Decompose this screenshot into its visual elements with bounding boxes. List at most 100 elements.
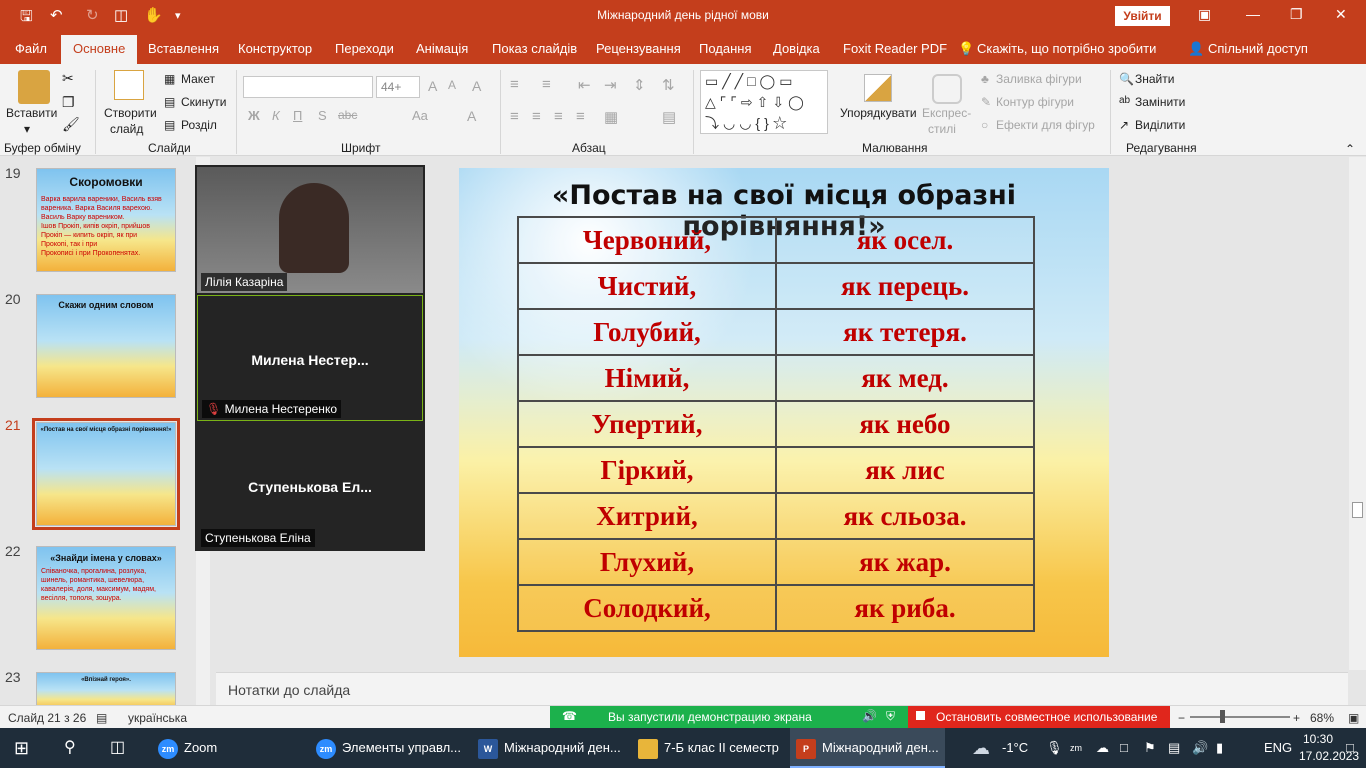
notifications-icon[interactable]: □ bbox=[1346, 728, 1354, 768]
new-slide-button[interactable]: Створити bbox=[104, 106, 157, 120]
search-icon[interactable]: ⚲ bbox=[64, 728, 76, 768]
comparison-cell[interactable]: як небо bbox=[775, 400, 1035, 448]
zoom-tray-icon[interactable]: zm bbox=[1070, 728, 1082, 768]
comparison-cell[interactable]: як лис bbox=[775, 446, 1035, 494]
adjective-cell[interactable]: Солодкий, bbox=[517, 584, 777, 632]
quick-styles-icon[interactable] bbox=[932, 74, 962, 104]
participant-video[interactable]: Ступенькова Ел... Ступенькова Еліна bbox=[197, 423, 423, 549]
adjective-cell[interactable]: Голубий, bbox=[517, 308, 777, 356]
bold-button[interactable]: Ж bbox=[248, 108, 260, 123]
tab-transitions[interactable]: Переходи bbox=[335, 41, 394, 56]
language-indicator[interactable]: українська bbox=[128, 711, 187, 725]
battery-icon[interactable]: ▮ bbox=[1216, 728, 1223, 768]
zoom-slider-thumb[interactable] bbox=[1220, 710, 1225, 723]
comparison-cell[interactable]: як осел. bbox=[775, 216, 1035, 264]
slide-thumbnail-21[interactable]: «Постав на свої місця образні порівняння… bbox=[32, 418, 180, 530]
find-button[interactable]: Знайти bbox=[1135, 72, 1174, 86]
italic-button[interactable]: К bbox=[272, 108, 280, 123]
adjective-cell[interactable]: Гіркий, bbox=[517, 446, 777, 494]
adjective-cell[interactable]: Упертий, bbox=[517, 400, 777, 448]
tab-view[interactable]: Подання bbox=[699, 41, 752, 56]
increase-indent-icon[interactable]: ⇥ bbox=[604, 76, 617, 94]
close-icon[interactable]: ✕ bbox=[1335, 6, 1347, 23]
tab-home[interactable]: Основне bbox=[61, 35, 138, 64]
line-spacing-icon[interactable]: ⇕ bbox=[633, 76, 646, 94]
weather-temperature[interactable]: -1°C bbox=[1002, 728, 1028, 768]
align-text-icon[interactable]: ▤ bbox=[662, 108, 676, 126]
underline-button[interactable]: П bbox=[293, 108, 302, 123]
adjective-cell[interactable]: Червоний, bbox=[517, 216, 777, 264]
adjective-cell[interactable]: Німий, bbox=[517, 354, 777, 402]
shield-icon[interactable]: ⛨ bbox=[886, 709, 895, 724]
arrange-button[interactable]: Упорядкувати bbox=[840, 106, 917, 120]
align-left-icon[interactable]: ≡ bbox=[510, 108, 519, 125]
tab-slideshow[interactable]: Показ слайдів bbox=[492, 41, 577, 56]
cut-icon[interactable]: ✂ bbox=[62, 70, 74, 87]
comparison-cell[interactable]: як перець. bbox=[775, 262, 1035, 310]
font-size-combobox[interactable]: 44+ bbox=[376, 76, 420, 98]
paste-dropdown-icon[interactable]: ▾ bbox=[24, 122, 30, 136]
tab-foxit[interactable]: Foxit Reader PDF bbox=[843, 41, 947, 56]
microphone-icon[interactable]: 🎙 bbox=[1046, 728, 1063, 768]
signin-button[interactable]: Увійти bbox=[1115, 6, 1170, 26]
decrease-indent-icon[interactable]: ⇤ bbox=[578, 76, 591, 94]
adjective-cell[interactable]: Хитрий, bbox=[517, 492, 777, 540]
replace-button[interactable]: Замінити bbox=[1135, 95, 1185, 109]
participant-video[interactable]: Милена Нестер... 🎙 Милена Нестеренко bbox=[197, 295, 423, 421]
zoom-in-icon[interactable]: + bbox=[1293, 711, 1300, 725]
scroll-thumb[interactable] bbox=[1352, 502, 1363, 518]
share-button[interactable]: Спільний доступ bbox=[1208, 41, 1308, 56]
collapse-ribbon-icon[interactable]: ⌃ bbox=[1345, 142, 1355, 156]
maximize-icon[interactable]: ❐ bbox=[1290, 6, 1303, 23]
security-icon[interactable]: ⚑ bbox=[1144, 728, 1156, 768]
taskbar-zoom[interactable]: zm Zoom bbox=[152, 728, 223, 768]
tell-me-search[interactable]: Скажіть, що потрібно зробити bbox=[977, 41, 1156, 56]
new-slide-button-line2[interactable]: слайд bbox=[110, 122, 143, 136]
comparison-cell[interactable]: як жар. bbox=[775, 538, 1035, 586]
comparison-cell[interactable]: як сльоза. bbox=[775, 492, 1035, 540]
font-color-button[interactable]: A bbox=[467, 108, 476, 124]
shadow-button[interactable]: S bbox=[318, 108, 327, 123]
select-button[interactable]: Виділити bbox=[1135, 118, 1185, 132]
align-center-icon[interactable]: ≡ bbox=[532, 108, 541, 125]
clear-format-icon[interactable]: A bbox=[472, 78, 481, 94]
shapes-gallery[interactable]: ▭╱╱□◯▭ △⌜⌜⇨⇧⇩◯ ⤵◡◡{}☆ bbox=[700, 70, 828, 134]
taskbar-powerpoint[interactable]: P Міжнародний ден... bbox=[790, 728, 945, 768]
adjective-cell[interactable]: Чистий, bbox=[517, 262, 777, 310]
tab-file[interactable]: Файл bbox=[15, 41, 47, 56]
comparison-cell[interactable]: як тетеря. bbox=[775, 308, 1035, 356]
tab-insert[interactable]: Вставлення bbox=[148, 41, 219, 56]
share-audio-icon[interactable]: 🔊 bbox=[862, 709, 877, 723]
change-case-button[interactable]: Aa bbox=[412, 108, 428, 123]
taskbar-word[interactable]: W Міжнародний ден... bbox=[472, 728, 627, 768]
slide-thumbnail-19[interactable]: Скоромовки Варка варила вареники, Василь… bbox=[36, 168, 176, 272]
app-tray-icon[interactable]: □ bbox=[1120, 728, 1128, 768]
minimize-icon[interactable]: — bbox=[1246, 6, 1260, 22]
stop-share-button[interactable]: Остановить совместное использование bbox=[908, 706, 1170, 728]
text-direction-icon[interactable]: ⇅ bbox=[662, 76, 675, 94]
paste-button[interactable]: Вставити bbox=[6, 106, 57, 120]
participant-video[interactable]: Лілія Казаріна bbox=[197, 167, 423, 293]
numbering-icon[interactable]: ≡ bbox=[542, 76, 551, 93]
fit-slide-icon[interactable]: ▣ bbox=[1348, 711, 1359, 725]
justify-icon[interactable]: ≡ bbox=[576, 108, 585, 125]
copy-icon[interactable]: ❐ bbox=[62, 94, 75, 111]
task-view-icon[interactable]: ◫ bbox=[110, 728, 125, 768]
shape-fill-button[interactable]: Заливка фігури bbox=[996, 72, 1082, 86]
layout-button[interactable]: Макет bbox=[181, 72, 215, 86]
slide-thumbnail-20[interactable]: Скажи одним словом bbox=[36, 294, 176, 398]
slide-scrollbar[interactable] bbox=[1349, 157, 1366, 670]
quick-styles-button-line2[interactable]: стилі bbox=[928, 122, 956, 136]
new-slide-icon[interactable] bbox=[114, 70, 144, 100]
shape-outline-button[interactable]: Контур фігури bbox=[996, 95, 1074, 109]
ribbon-display-icon[interactable]: ▣ bbox=[1198, 6, 1211, 23]
shrink-font-icon[interactable]: A bbox=[448, 78, 456, 92]
font-name-combobox[interactable] bbox=[243, 76, 373, 98]
slide-thumbnail-22[interactable]: «Знайди імена у словах» Співаночка, прог… bbox=[36, 546, 176, 650]
arrange-icon[interactable] bbox=[864, 74, 892, 102]
windows-start-icon[interactable]: ⊞ bbox=[14, 728, 29, 768]
tab-review[interactable]: Рецензування bbox=[596, 41, 681, 56]
tab-animations[interactable]: Анімація bbox=[416, 41, 468, 56]
quick-styles-button[interactable]: Експрес- bbox=[922, 106, 971, 120]
cloud-icon[interactable]: ☁ bbox=[1096, 728, 1109, 768]
